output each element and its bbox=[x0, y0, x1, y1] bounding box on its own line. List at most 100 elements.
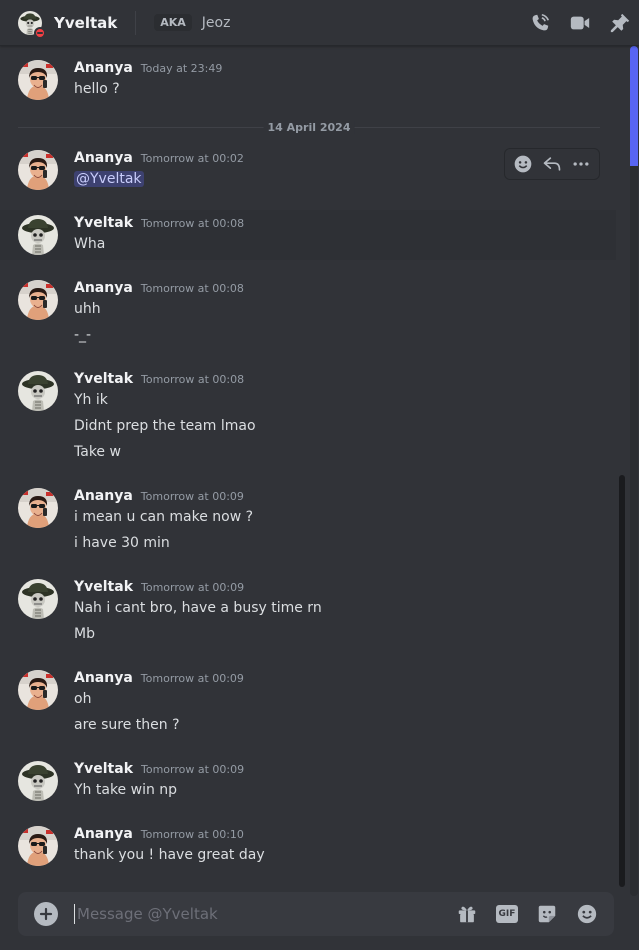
avatar-image bbox=[18, 488, 58, 528]
message-timestamp: Tomorrow at 00:09 bbox=[141, 763, 245, 776]
avatar[interactable] bbox=[18, 488, 58, 528]
message-header: Yveltak Tomorrow at 00:09 bbox=[74, 761, 244, 777]
message-group[interactable]: Ananya Tomorrow at 00:09 oh are sure the… bbox=[0, 666, 616, 738]
message-text: Wha bbox=[74, 236, 106, 252]
dm-header: Yveltak AKA Jeoz bbox=[0, 0, 639, 46]
message-composer: GIF bbox=[18, 892, 614, 936]
composer-actions: GIF bbox=[454, 901, 600, 927]
message-text: @Yveltak bbox=[74, 171, 144, 187]
message-author[interactable]: Yveltak bbox=[74, 371, 133, 387]
avatar[interactable] bbox=[18, 150, 58, 190]
more-options-icon[interactable] bbox=[568, 151, 594, 177]
avatar[interactable] bbox=[18, 826, 58, 866]
message-group[interactable]: Ananya Tomorrow at 00:10 thank you ! hav… bbox=[0, 822, 616, 870]
message-text: uhh bbox=[74, 301, 101, 317]
avatar[interactable] bbox=[18, 371, 58, 411]
message-text: -_- bbox=[74, 327, 92, 343]
message-text: are sure then ? bbox=[74, 717, 180, 733]
sticker-icon[interactable] bbox=[534, 901, 560, 927]
message-timestamp: Tomorrow at 00:08 bbox=[141, 217, 245, 230]
message-timestamp: Tomorrow at 00:10 bbox=[140, 828, 244, 841]
message-group[interactable]: Ananya Tomorrow at 00:09 i mean u can ma… bbox=[0, 484, 616, 556]
status-dnd-icon bbox=[34, 26, 46, 39]
message-text: thank you ! have great day bbox=[74, 847, 265, 863]
avatar-image bbox=[18, 280, 58, 320]
header-divider bbox=[135, 10, 137, 35]
message-header: Ananya Tomorrow at 00:02 bbox=[74, 150, 244, 166]
message-author[interactable]: Ananya bbox=[74, 280, 133, 296]
avatar-image bbox=[18, 371, 58, 411]
avatar-image bbox=[18, 579, 58, 619]
message-text: oh bbox=[74, 691, 92, 707]
message-text: Take w bbox=[74, 444, 121, 460]
avatar[interactable] bbox=[18, 280, 58, 320]
message-group[interactable]: Yveltak Tomorrow at 00:09 Nah i cant bro… bbox=[0, 575, 616, 647]
plus-circle-icon[interactable] bbox=[34, 902, 58, 926]
message-author[interactable]: Yveltak bbox=[74, 215, 133, 231]
header-username[interactable]: Yveltak bbox=[54, 14, 117, 32]
message-header: Ananya Tomorrow at 00:09 bbox=[74, 488, 244, 504]
message-group-hovered[interactable]: Yveltak Tomorrow at 00:08 Wha bbox=[0, 210, 616, 260]
avatar-image bbox=[18, 761, 58, 801]
message-header: Ananya Tomorrow at 00:08 bbox=[74, 280, 244, 296]
avatar-image bbox=[18, 150, 58, 190]
message-text: Mb bbox=[74, 626, 95, 642]
reply-icon[interactable] bbox=[539, 151, 565, 177]
avatar[interactable] bbox=[18, 670, 58, 710]
message-header: Ananya Tomorrow at 00:09 bbox=[74, 670, 244, 686]
message-group[interactable]: Yveltak Tomorrow at 00:09 Yh take win np bbox=[0, 757, 616, 805]
message-hover-toolbar bbox=[504, 148, 600, 180]
message-text: Yh take win np bbox=[74, 782, 178, 798]
message-author[interactable]: Ananya bbox=[74, 60, 133, 76]
message-timestamp: Tomorrow at 00:09 bbox=[140, 490, 244, 503]
message-text: Nah i cant bro, have a busy time rn bbox=[74, 600, 322, 616]
unread-scroll-indicator bbox=[630, 46, 638, 166]
avatar[interactable] bbox=[18, 60, 58, 100]
message-header: Yveltak Tomorrow at 00:09 bbox=[74, 579, 244, 595]
avatar[interactable] bbox=[18, 579, 58, 619]
message-text: i have 30 min bbox=[74, 535, 170, 551]
phone-call-icon[interactable] bbox=[527, 10, 553, 36]
message-timestamp: Tomorrow at 00:08 bbox=[141, 373, 245, 386]
message-group[interactable]: Ananya Tomorrow at 00:08 uhh -_- bbox=[0, 276, 616, 346]
gif-icon[interactable]: GIF bbox=[494, 901, 520, 927]
message-author[interactable]: Ananya bbox=[74, 826, 133, 842]
message-timestamp: Tomorrow at 00:02 bbox=[140, 152, 244, 165]
emoji-icon[interactable] bbox=[574, 901, 600, 927]
gift-icon[interactable] bbox=[454, 901, 480, 927]
gif-label: GIF bbox=[496, 905, 518, 923]
message-text: Yh ik bbox=[74, 392, 108, 408]
message-header: Yveltak Tomorrow at 00:08 bbox=[74, 371, 244, 387]
message-header: Yveltak Tomorrow at 00:08 bbox=[74, 215, 244, 231]
message-header: Ananya Tomorrow at 00:10 bbox=[74, 826, 244, 842]
pin-icon[interactable] bbox=[607, 10, 633, 36]
message-header: Ananya Today at 23:49 bbox=[74, 60, 222, 76]
avatar-image bbox=[18, 826, 58, 866]
message-text: i mean u can make now ? bbox=[74, 509, 254, 525]
scrollbar-track[interactable] bbox=[630, 46, 638, 896]
add-reaction-icon[interactable] bbox=[510, 151, 536, 177]
user-mention[interactable]: @Yveltak bbox=[74, 171, 144, 187]
aka-name: Jeoz bbox=[201, 14, 231, 31]
message-timestamp: Tomorrow at 00:09 bbox=[140, 672, 244, 685]
message-group[interactable]: Yveltak Tomorrow at 00:08 Yh ik Didnt pr… bbox=[0, 367, 616, 465]
header-avatar[interactable] bbox=[18, 11, 46, 39]
dm-window: Yveltak AKA Jeoz Ananya Today at 23:49 h… bbox=[0, 0, 639, 950]
date-divider-label: 14 April 2024 bbox=[263, 121, 355, 134]
message-group[interactable]: Ananya Today at 23:49 hello ? bbox=[0, 56, 616, 104]
message-author[interactable]: Yveltak bbox=[74, 761, 133, 777]
date-divider: 14 April 2024 bbox=[18, 121, 600, 134]
message-text: Didnt prep the team lmao bbox=[74, 418, 256, 434]
avatar[interactable] bbox=[18, 761, 58, 801]
message-author[interactable]: Ananya bbox=[74, 488, 133, 504]
video-camera-icon[interactable] bbox=[567, 10, 593, 36]
message-timestamp: Today at 23:49 bbox=[140, 62, 223, 75]
avatar[interactable] bbox=[18, 215, 58, 255]
message-timestamp: Tomorrow at 00:09 bbox=[141, 581, 245, 594]
message-input[interactable] bbox=[74, 904, 454, 924]
message-author[interactable]: Yveltak bbox=[74, 579, 133, 595]
avatar-image bbox=[18, 215, 58, 255]
message-author[interactable]: Ananya bbox=[74, 670, 133, 686]
message-author[interactable]: Ananya bbox=[74, 150, 133, 166]
avatar-image bbox=[18, 670, 58, 710]
